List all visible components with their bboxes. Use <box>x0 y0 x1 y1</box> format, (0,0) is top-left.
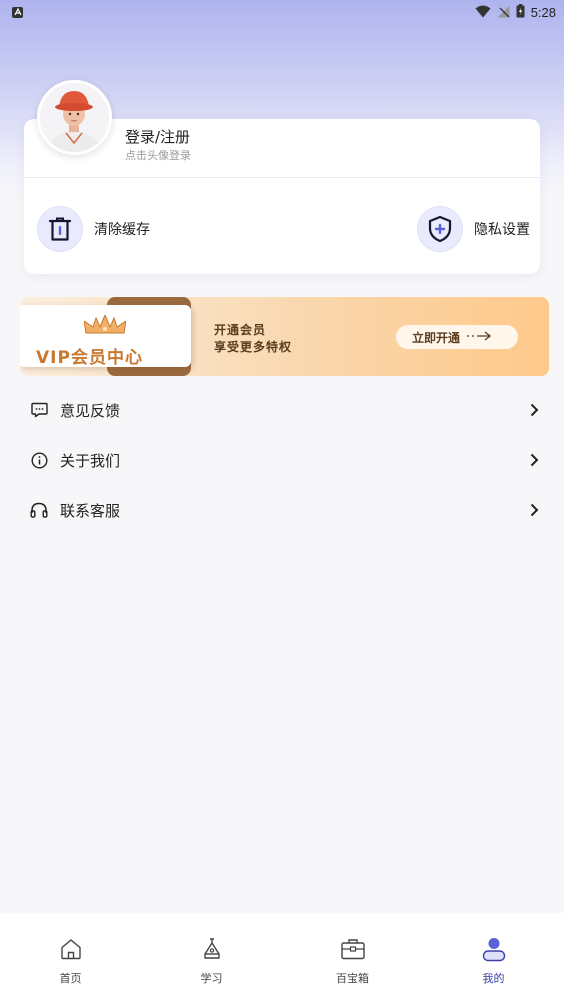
home-icon <box>57 935 85 963</box>
nav-label-study: 学习 <box>200 972 223 985</box>
menu-item-feedback[interactable]: 意见反馈 <box>30 395 540 425</box>
vip-open-button[interactable]: 立即开通 <box>396 325 518 349</box>
nav-label-toolbox: 百宝箱 <box>336 972 369 985</box>
status-bar: 5:28 <box>0 0 564 24</box>
vip-center-title: VIP会员中心 <box>36 348 143 368</box>
menu-item-feedback-label: 意见反馈 <box>60 401 121 420</box>
chevron-right-icon <box>528 503 540 517</box>
wifi-icon <box>475 3 491 22</box>
nav-label-mine: 我的 <box>482 972 505 985</box>
avatar[interactable] <box>37 80 112 155</box>
nav-item-toolbox[interactable]: 百宝箱 <box>282 913 423 1002</box>
chevron-right-icon <box>528 403 540 417</box>
status-left <box>12 6 23 18</box>
vip-line-2: 享受更多特权 <box>214 340 293 354</box>
chat-bubble-icon <box>30 401 48 419</box>
status-right: 5:28 <box>475 3 556 22</box>
login-subtitle: 点击头像登录 <box>125 149 191 162</box>
menu-item-customer-service-label: 联系客服 <box>60 501 121 520</box>
avatar-3d-character-icon <box>40 83 109 152</box>
study-icon <box>198 935 226 963</box>
chevron-right-icon <box>528 453 540 467</box>
clear-cache-button[interactable]: 清除缓存 <box>37 206 150 252</box>
info-circle-icon <box>30 451 48 469</box>
signal-off-icon <box>497 3 510 22</box>
card-divider <box>24 177 540 178</box>
clear-cache-label: 清除缓存 <box>94 222 150 238</box>
trash-icon <box>37 206 83 252</box>
privacy-settings-label: 隐私设置 <box>474 222 530 238</box>
menu-item-about[interactable]: 关于我们 <box>30 445 540 475</box>
arrow-right-icon <box>466 330 492 344</box>
crown-icon <box>83 313 127 339</box>
vip-line-1: 开通会员 <box>214 323 267 337</box>
bottom-nav: 首页 学习 百宝箱 我的 <box>0 913 564 1002</box>
nav-item-home[interactable]: 首页 <box>0 913 141 1002</box>
vip-banner[interactable]: VIP会员中心 开通会员 享受更多特权 立即开通 <box>20 297 549 376</box>
shield-plus-icon <box>417 206 463 252</box>
vip-open-button-label: 立即开通 <box>412 330 461 345</box>
status-time: 5:28 <box>530 4 556 20</box>
nav-item-mine[interactable]: 我的 <box>423 913 564 1002</box>
login-title[interactable]: 登录/注册 <box>125 126 190 147</box>
android-a-icon <box>12 6 23 18</box>
nav-item-study[interactable]: 学习 <box>141 913 282 1002</box>
headphones-icon <box>30 501 48 519</box>
user-icon <box>480 935 508 963</box>
toolbox-icon <box>339 935 367 963</box>
menu-item-about-label: 关于我们 <box>60 451 121 470</box>
privacy-settings-button[interactable]: 隐私设置 <box>417 206 530 252</box>
nav-label-home: 首页 <box>59 972 82 985</box>
vip-center-card: VIP会员中心 <box>20 305 191 368</box>
menu-item-customer-service[interactable]: 联系客服 <box>30 495 540 525</box>
battery-icon <box>516 3 525 22</box>
